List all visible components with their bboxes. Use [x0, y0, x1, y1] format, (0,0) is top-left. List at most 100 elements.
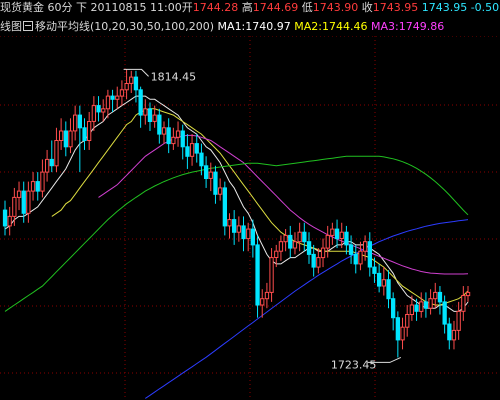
- candle-down: [180, 130, 185, 148]
- ma3-value: MA3:1749.86: [370, 20, 445, 33]
- candle-down: [241, 225, 246, 240]
- candle-up: [325, 234, 330, 249]
- candle-up: [456, 310, 461, 331]
- symbol-name: 现货黄金: [0, 1, 44, 14]
- chart-name-label: 线图: [0, 20, 22, 33]
- candle-down: [353, 253, 358, 265]
- ma-line-2: [51, 108, 469, 306]
- candlestick-chart[interactable]: 1814.45 1723.45: [0, 36, 500, 400]
- low-label: 低: [301, 1, 313, 14]
- candle-up: [152, 114, 157, 122]
- candle-down: [204, 165, 209, 180]
- indicator-name[interactable]: 移动平均线: [35, 19, 90, 34]
- candle-up: [330, 228, 335, 236]
- candle-up: [428, 298, 433, 309]
- candle-up: [171, 136, 176, 145]
- candle-up: [143, 108, 148, 116]
- change-value: 1743.95 -0.50: [421, 1, 500, 14]
- candle-up: [26, 190, 31, 214]
- candle-up: [45, 158, 50, 173]
- candle-up: [269, 257, 274, 293]
- candle-down: [82, 127, 87, 142]
- candle-up: [461, 295, 466, 312]
- candle-up: [264, 291, 270, 300]
- direction-label: 下: [76, 1, 87, 14]
- candle-down: [213, 171, 218, 195]
- candle-down: [199, 152, 204, 167]
- candle-down: [255, 244, 260, 306]
- candle-down: [377, 272, 382, 287]
- candle-down: [185, 146, 190, 157]
- candle-up: [381, 279, 387, 287]
- high-label: 高: [241, 1, 253, 14]
- candle-up: [227, 219, 232, 227]
- candle-up: [465, 291, 471, 297]
- candle-up: [115, 95, 120, 100]
- close-value: 1743.95: [372, 1, 419, 14]
- candle-up: [12, 196, 17, 217]
- candle-down: [2, 209, 8, 227]
- candle-down: [311, 253, 316, 268]
- candle-down: [157, 114, 162, 135]
- candle-up: [124, 83, 129, 91]
- candle-down: [386, 279, 391, 300]
- candle-down: [49, 158, 54, 167]
- close-label: 收: [361, 1, 373, 14]
- candle-up: [175, 130, 181, 138]
- ma-params: (10,20,30,50,100,200): [90, 20, 215, 33]
- candle-down: [395, 317, 401, 341]
- candle-up: [129, 76, 134, 84]
- candle-up: [7, 215, 12, 227]
- candle-down: [437, 291, 443, 303]
- candle-down: [306, 241, 312, 255]
- candle-down: [372, 266, 377, 274]
- candle-up: [400, 326, 405, 341]
- candle-down: [414, 304, 419, 312]
- candle-up: [292, 241, 298, 249]
- low-marker-label: 1723.45: [331, 358, 377, 371]
- period-label[interactable]: 60分: [48, 0, 73, 16]
- candle-up: [451, 329, 457, 341]
- candle-down: [447, 323, 452, 341]
- candle-up: [419, 301, 424, 312]
- candle-down: [138, 89, 143, 116]
- candle-up: [119, 89, 125, 97]
- candle-down: [348, 244, 354, 255]
- candle-up: [105, 95, 111, 110]
- ma-line-3: [98, 134, 469, 275]
- candle-down: [423, 301, 429, 309]
- candle-down: [222, 187, 227, 227]
- candle-up: [59, 130, 64, 141]
- candle-up: [320, 247, 326, 259]
- info-bar: 现货黄金 60分 下 20110815 11:00开1744.28 高1744.…: [0, 0, 500, 18]
- candle-down: [194, 143, 199, 154]
- ma-bar: 线图 移动平均线(10,20,30,50,100,200) MA1:1740.97…: [0, 19, 500, 35]
- candle-up: [30, 181, 36, 192]
- ma1-value: MA1:1740.97: [217, 20, 291, 33]
- high-marker-label: 1814.45: [151, 70, 197, 83]
- candle-up: [405, 314, 410, 328]
- candle-up: [339, 231, 344, 239]
- candle-down: [35, 181, 40, 192]
- candle-up: [91, 105, 96, 122]
- candle-down: [63, 130, 68, 148]
- candle-up: [316, 257, 321, 268]
- candle-up: [87, 121, 92, 141]
- candle-down: [96, 105, 101, 113]
- low-value: 1743.90: [312, 1, 359, 14]
- candle-up: [73, 114, 78, 132]
- collapse-icon[interactable]: [23, 21, 33, 31]
- candle-up: [433, 291, 438, 300]
- candle-down: [442, 301, 447, 325]
- candle-up: [189, 143, 195, 157]
- open-label: 开: [181, 1, 193, 14]
- candle-down: [302, 231, 307, 243]
- candle-up: [68, 130, 73, 148]
- ma2-value: MA2:1744.46: [294, 20, 368, 33]
- candle-down: [334, 228, 340, 240]
- candle-up: [208, 171, 213, 179]
- candle-up: [409, 304, 415, 315]
- candle-up: [260, 298, 265, 306]
- candle-up: [363, 241, 368, 252]
- candle-up: [161, 127, 167, 135]
